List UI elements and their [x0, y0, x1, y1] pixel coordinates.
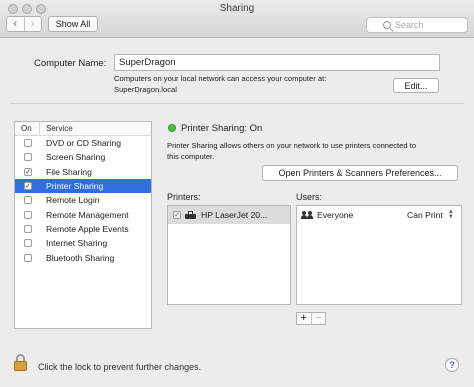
permission-value: Can Print: [407, 210, 443, 220]
back-button[interactable]: ‹: [7, 17, 24, 31]
service-checkbox[interactable]: ✓: [24, 167, 32, 176]
service-checkbox[interactable]: [24, 210, 32, 219]
window-title: Sharing: [219, 3, 255, 14]
add-user-button[interactable]: +: [297, 313, 311, 324]
service-label: Screen Sharing: [46, 152, 106, 163]
sharing-status: Printer Sharing: On: [181, 123, 263, 134]
service-checkbox[interactable]: [24, 196, 32, 205]
service-row[interactable]: Remote Apple Events: [15, 222, 151, 236]
service-row[interactable]: Remote Login: [15, 193, 151, 207]
column-header-on[interactable]: On: [15, 122, 40, 135]
section-divider: [10, 103, 464, 104]
computer-name-label: Computer Name:: [34, 58, 107, 69]
lock-message: Click the lock to prevent further change…: [38, 362, 202, 372]
navigation-buttons: ‹ ›: [6, 16, 42, 32]
search-placeholder: Search: [395, 20, 424, 30]
show-all-button[interactable]: Show All: [48, 16, 98, 32]
column-header-service[interactable]: Service: [40, 124, 73, 133]
service-label: Remote Login: [46, 195, 100, 206]
user-name: Everyone: [317, 210, 354, 220]
printer-icon: [185, 210, 196, 220]
service-checkbox[interactable]: ✓: [24, 182, 32, 191]
window-titlebar: Sharing ‹ › Show All Search: [0, 0, 474, 38]
service-row[interactable]: Internet Sharing: [15, 236, 151, 250]
users-list: Everyone Can Print ▲ ▼: [296, 205, 462, 305]
services-list-header: On Service: [15, 122, 151, 136]
lock-icon[interactable]: [14, 354, 28, 372]
service-checkbox[interactable]: [24, 153, 32, 162]
service-checkbox[interactable]: [24, 224, 32, 233]
printer-name: HP LaserJet 20...: [201, 210, 268, 220]
computer-address-help: Computers on your local network can acce…: [114, 74, 384, 95]
service-label: Remote Management: [46, 209, 129, 220]
service-row[interactable]: ✓ File Sharing: [15, 165, 151, 179]
service-label: Remote Apple Events: [46, 223, 129, 234]
open-printers-preferences-button[interactable]: Open Printers & Scanners Preferences...: [262, 165, 458, 181]
search-icon: [383, 21, 391, 29]
printer-share-checkbox[interactable]: ✓: [173, 211, 181, 219]
service-checkbox[interactable]: [24, 239, 32, 248]
service-description-line: Printer Sharing allows others on your ne…: [167, 141, 417, 150]
computer-address-help-text: Computers on your local network can acce…: [114, 74, 327, 83]
user-row[interactable]: Everyone Can Print ▲ ▼: [297, 206, 461, 224]
service-description: Printer Sharing allows others on your ne…: [167, 141, 457, 162]
service-checkbox[interactable]: [24, 253, 32, 262]
help-button[interactable]: ?: [445, 358, 459, 372]
service-row[interactable]: Bluetooth Sharing: [15, 250, 151, 264]
forward-button[interactable]: ›: [23, 17, 42, 31]
printers-list: ✓ HP LaserJet 20...: [167, 205, 291, 305]
service-label: Printer Sharing: [46, 181, 104, 192]
service-row[interactable]: DVD or CD Sharing: [15, 136, 151, 150]
computer-local-hostname: SuperDragon.local: [114, 84, 177, 94]
service-row[interactable]: Screen Sharing: [15, 150, 151, 164]
search-field[interactable]: Search: [366, 17, 468, 33]
permission-popup[interactable]: Can Print ▲ ▼: [407, 209, 454, 220]
service-description-line: this computer.: [167, 151, 215, 161]
service-label: Internet Sharing: [46, 238, 108, 249]
service-row[interactable]: ✓ Printer Sharing: [15, 178, 151, 194]
service-label: DVD or CD Sharing: [46, 138, 121, 149]
printers-label: Printers:: [167, 192, 201, 202]
services-list: On Service DVD or CD Sharing Screen Shari…: [14, 121, 152, 329]
computer-name-input[interactable]: SuperDragon: [114, 54, 440, 71]
printer-row[interactable]: ✓ HP LaserJet 20...: [168, 206, 290, 224]
service-label: File Sharing: [46, 166, 92, 177]
add-remove-user-buttons: + −: [296, 312, 326, 325]
service-label: Bluetooth Sharing: [46, 252, 115, 263]
edit-hostname-button[interactable]: Edit...: [393, 78, 439, 93]
popup-arrows-icon: ▲ ▼: [447, 209, 454, 220]
users-label: Users:: [296, 192, 323, 202]
service-checkbox[interactable]: [24, 139, 32, 148]
group-icon: [301, 210, 313, 220]
service-row[interactable]: Remote Management: [15, 207, 151, 221]
status-indicator-icon: [168, 124, 176, 132]
remove-user-button[interactable]: −: [310, 313, 326, 324]
